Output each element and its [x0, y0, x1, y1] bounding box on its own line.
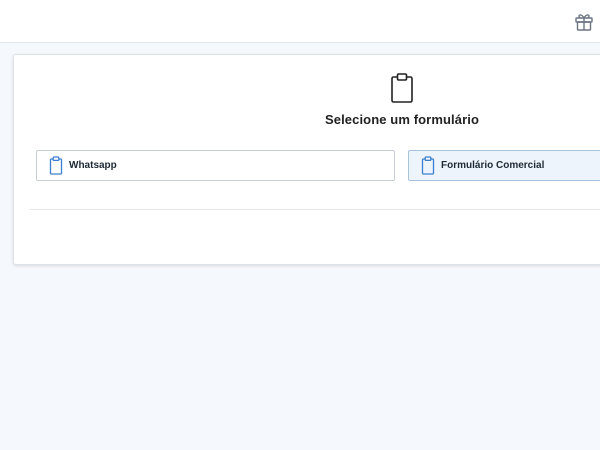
clipboard-icon — [389, 72, 415, 104]
form-option-label: Whatsapp — [69, 160, 117, 171]
top-bar — [0, 0, 600, 43]
clipboard-icon — [421, 156, 435, 175]
form-picker-card: Selecione um formulário Whatsapp Formulá… — [13, 54, 600, 265]
clipboard-icon — [49, 156, 63, 175]
form-option-label: Formulário Comercial — [441, 160, 545, 171]
form-option-whatsapp[interactable]: Whatsapp — [36, 150, 395, 181]
gift-icon[interactable] — [573, 10, 595, 32]
form-option-formulario-comercial[interactable]: Formulário Comercial — [408, 150, 600, 181]
form-picker-title: Selecione um formulário — [324, 112, 479, 127]
divider — [30, 209, 600, 210]
